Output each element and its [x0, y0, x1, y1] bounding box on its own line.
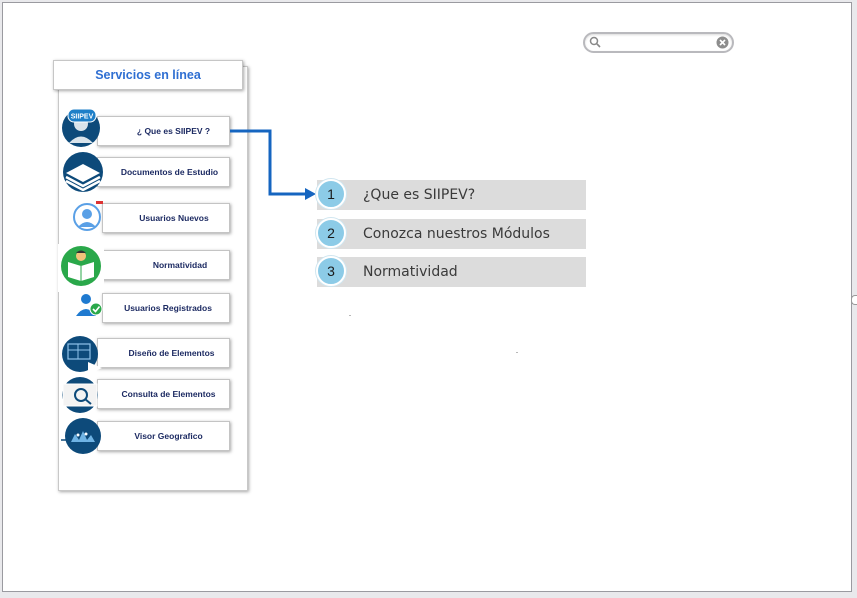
step-number-badge: 1	[316, 179, 346, 209]
step-label: ¿Que es SIIPEV?	[363, 187, 476, 203]
connector-arrow	[230, 129, 316, 200]
step-conozca-modulos[interactable]: 2 Conozca nuestros Módulos	[316, 218, 586, 249]
stray-dot	[349, 315, 351, 316]
step-que-es-siipev[interactable]: 1 ¿Que es SIIPEV?	[316, 179, 586, 210]
step-number-badge: 2	[316, 218, 346, 248]
stray-dot	[516, 352, 518, 353]
step-label: Normatividad	[363, 264, 458, 280]
step-number-badge: 3	[316, 256, 346, 286]
step-label: Conozca nuestros Módulos	[363, 226, 550, 242]
step-normatividad[interactable]: 3 Normatividad	[316, 256, 586, 287]
page-edge-handle	[851, 295, 857, 305]
